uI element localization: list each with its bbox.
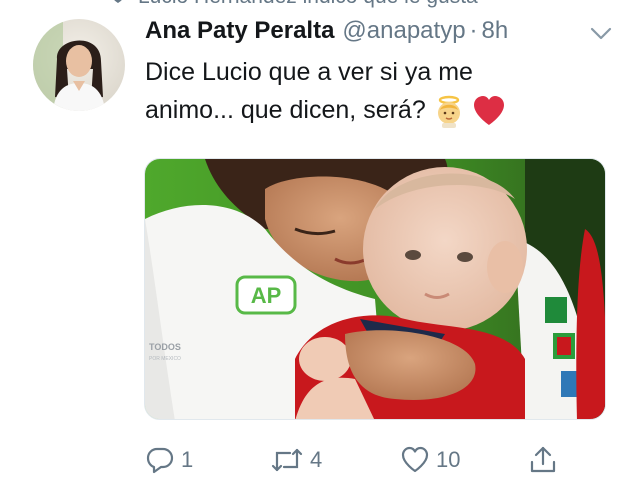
social-context: Lucio Hernández indicó que le gusta xyxy=(110,0,478,8)
shirt-badge-text: AP xyxy=(251,283,282,308)
baby-angel-icon xyxy=(437,96,460,129)
tweet-media[interactable]: AP TODOS POR MEXICO xyxy=(144,158,606,420)
avatar-image xyxy=(33,19,125,111)
reply-count: 1 xyxy=(181,447,194,472)
shirt-subtext: POR MEXICO xyxy=(149,356,181,362)
reply-icon xyxy=(146,447,174,474)
reply-button[interactable]: 1 xyxy=(145,445,193,475)
display-name[interactable]: Ana Paty Peralta xyxy=(145,16,334,46)
media-photo: AP TODOS POR MEXICO xyxy=(145,159,605,419)
share-button[interactable] xyxy=(528,445,558,475)
tweet-header: Ana Paty Peralta @anapatyp · 8h xyxy=(145,16,625,46)
user-handle[interactable]: @anapatyp xyxy=(342,16,465,46)
tweet-screen: Lucio Hernández indicó que le gusta Ana … xyxy=(0,0,640,494)
like-count: 10 xyxy=(436,447,461,472)
tweet-text-line-1: Dice Lucio que a ver si ya me xyxy=(145,58,473,86)
red-heart-icon xyxy=(473,96,504,126)
separator-dot: · xyxy=(469,17,478,44)
shirt-text: TODOS xyxy=(149,342,181,352)
tweet-text-line-2-text: animo... que dicen, será? xyxy=(145,96,426,124)
timestamp[interactable]: 8h xyxy=(482,16,509,46)
like-button[interactable]: 10 xyxy=(400,445,460,475)
tweet-text-line-2: animo... que dicen, será? xyxy=(145,91,615,129)
like-context-icon xyxy=(114,0,122,3)
retweet-button[interactable]: 4 xyxy=(270,445,322,475)
avatar[interactable] xyxy=(33,19,125,111)
like-icon xyxy=(401,446,429,473)
social-context-text: Lucio Hernández indicó que le gusta xyxy=(138,0,478,9)
retweet-icon xyxy=(271,448,303,472)
tweet-actions: 1 4 10 xyxy=(145,440,585,480)
caret-down-icon[interactable] xyxy=(590,27,612,41)
share-icon xyxy=(530,446,556,473)
retweet-count: 4 xyxy=(310,447,323,472)
tweet-text: Dice Lucio que a ver si ya me animo... q… xyxy=(145,53,615,129)
